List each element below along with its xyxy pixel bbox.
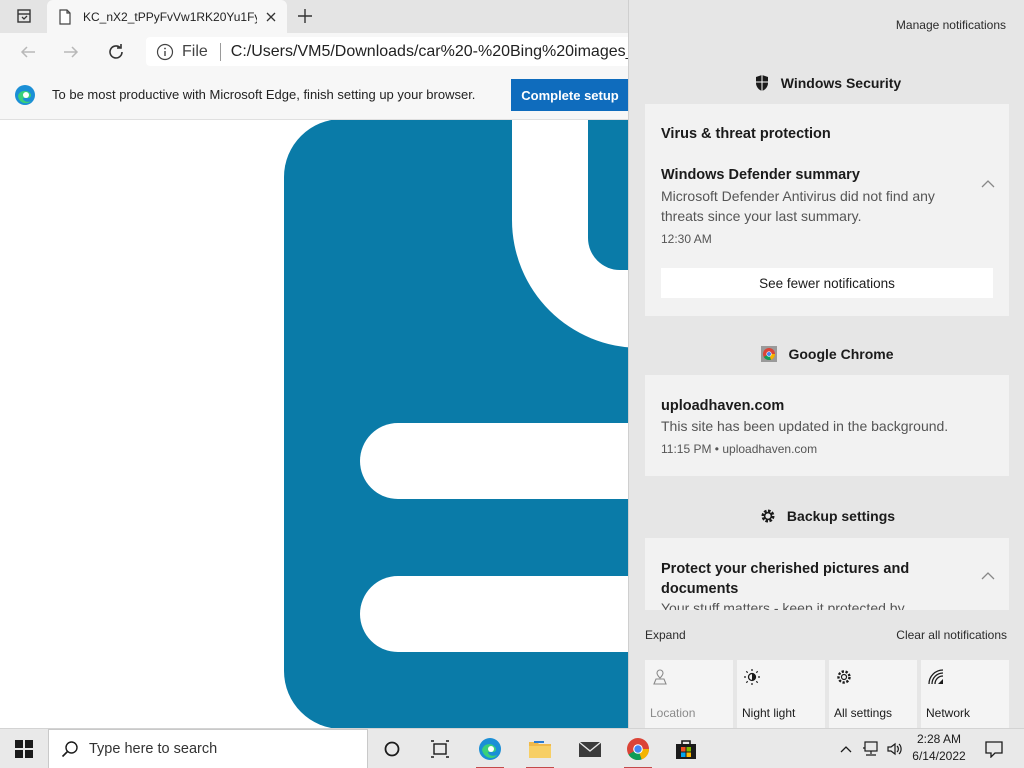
quick-actions-panel: Expand Clear all notifications Location … [629,616,1024,728]
quick-action-label: All settings [834,706,893,720]
group-app-name: Google Chrome [788,346,894,362]
clock-time: 2:28 AM [916,732,962,746]
gear-icon [835,668,853,686]
chevron-up-icon[interactable] [981,179,995,189]
address-separator [219,42,221,61]
new-tab-button[interactable] [294,5,316,27]
refresh-button[interactable] [104,40,128,64]
quick-action-location[interactable]: Location [645,660,733,728]
section-title: Virus & threat protection [661,126,831,142]
address-scheme-label: File [182,42,208,60]
quick-action-night-light[interactable]: Night light [737,660,825,728]
night-light-icon [743,668,761,686]
taskbar-chrome[interactable] [614,729,662,768]
tab-actions-icon[interactable] [8,6,40,26]
notification-title: Protect your cherished pictures and docu… [661,561,910,597]
notification-title: Windows Defender summary [661,167,860,183]
taskbar-clock[interactable]: 2:28 AM 6/14/2022 [906,731,972,765]
notification-body: Your stuff matters - keep it protected b… [661,600,905,610]
close-tab-icon[interactable] [263,9,279,25]
group-header-windows-security: Windows Security [629,71,1024,95]
chrome-icon [627,738,650,761]
location-icon [651,668,669,686]
notification-body: Microsoft Defender Antivirus did not fin… [661,188,935,224]
chevron-up-icon [840,746,852,753]
quick-action-label: Location [650,706,696,720]
taskbar-file-explorer[interactable] [516,729,564,768]
network-icon [927,668,945,686]
chevron-up-icon[interactable] [981,571,995,581]
back-button[interactable] [16,40,40,64]
quick-action-network[interactable]: Network [921,660,1009,728]
taskbar-mail[interactable] [566,729,614,768]
notification-center: Manage notifications Windows Security Vi… [628,0,1024,728]
notification-card-backup[interactable]: Protect your cherished pictures and docu… [645,538,1009,610]
search-placeholder: Type here to search [89,741,218,757]
notification-time: 11:15 PM • uploadhaven.com [661,442,818,456]
edge-logo-icon [14,84,36,106]
notification-body: This site has been updated in the backgr… [661,418,949,434]
quick-action-label: Network [926,706,971,720]
complete-setup-button[interactable]: Complete setup [511,79,629,111]
widgets-button[interactable] [416,729,464,768]
taskbar-search-box[interactable]: Type here to search [48,729,368,768]
volume-icon [887,742,902,756]
tray-volume[interactable] [884,729,906,768]
show-hidden-icons-button[interactable] [836,729,856,768]
mail-icon [578,741,602,757]
tray-network[interactable] [860,729,882,768]
infobar-message: To be most productive with Microsoft Edg… [52,87,476,102]
manage-notifications-link[interactable]: Manage notifications [896,18,1006,32]
notification-card-defender[interactable]: Virus & threat protection Windows Defend… [645,104,1009,316]
shield-icon [753,74,771,92]
info-icon[interactable] [156,43,174,61]
notification-time: 12:30 AM [661,232,712,246]
notification-card-chrome[interactable]: uploadhaven.com This site has been updat… [645,375,1009,476]
folder-icon [529,741,551,758]
network-wired-icon [863,741,878,756]
taskbar-store[interactable] [662,729,710,768]
windows-logo-icon [15,740,33,758]
see-fewer-notifications-button[interactable]: See fewer notifications [661,268,993,298]
notification-icon [985,741,1003,758]
store-icon [676,740,696,759]
group-app-name: Backup settings [786,508,896,524]
action-center-button[interactable] [976,729,1012,768]
page-icon [57,8,73,25]
forward-button[interactable] [59,40,83,64]
edge-icon [479,738,501,760]
group-app-name: Windows Security [780,75,902,91]
notification-title: uploadhaven.com [661,398,785,414]
chrome-icon [760,345,778,363]
cortana-icon [384,741,400,757]
task-view-icon [431,740,449,758]
url-text[interactable]: C:/Users/VM5/Downloads/car%20-%20Bing%20… [231,43,639,61]
group-header-google-chrome: Google Chrome [629,342,1024,366]
search-icon [61,740,79,758]
expand-link[interactable]: Expand [645,628,686,642]
task-view-button[interactable] [368,729,416,768]
group-header-backup-settings: Backup settings [629,504,1024,528]
gear-icon [759,507,777,525]
taskbar-edge[interactable] [466,729,514,768]
tab-title: KC_nX2_tPPyFvVw1RK20Yu1FyDi [83,9,257,24]
taskbar: Type here to search 2:28 AM 6/14/2022 [0,728,1024,768]
browser-tab[interactable]: KC_nX2_tPPyFvVw1RK20Yu1FyDi [47,0,287,33]
clock-date: 6/14/2022 [912,749,966,763]
quick-action-all-settings[interactable]: All settings [829,660,917,728]
quick-action-label: Night light [742,706,796,720]
clear-all-notifications-link[interactable]: Clear all notifications [896,628,1007,642]
start-button[interactable] [0,729,48,768]
